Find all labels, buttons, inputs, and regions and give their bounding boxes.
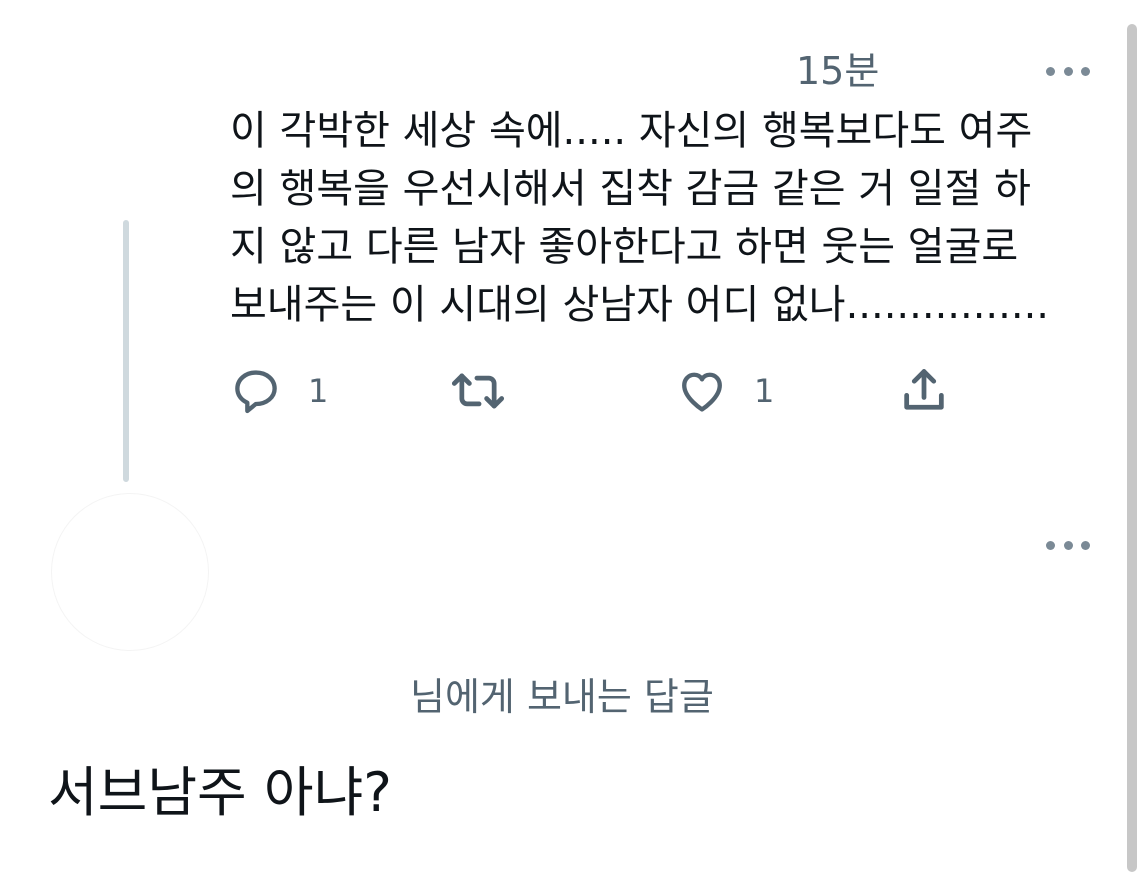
tweet-text-line: 지 않고 다른 남자 좋아한다고 하면 웃는 얼굴로 [230, 224, 1019, 270]
speech-bubble-icon [235, 370, 277, 414]
replying-to-label: 님에게 보내는 답글 [410, 675, 714, 719]
reply-count: 1 [308, 372, 329, 410]
heart-icon [682, 372, 722, 412]
reply-button[interactable]: 1 [230, 362, 328, 420]
reply-compose-input[interactable]: 서브남주 아냐? [48, 758, 392, 828]
more-options-icon[interactable] [1046, 538, 1090, 552]
avatar[interactable] [52, 494, 208, 650]
tweet-action-bar: 1 1 [230, 362, 970, 420]
like-button[interactable]: 1 [676, 362, 774, 420]
retweet-button[interactable] [450, 362, 506, 420]
scrollbar[interactable] [1127, 24, 1137, 872]
more-options-icon[interactable] [1046, 64, 1090, 78]
share-button[interactable] [898, 362, 950, 420]
like-count: 1 [754, 372, 775, 410]
tweet-text: 이 각박한 세상 속에..... 자신의 행복보다도 여주 의 행복을 우선시해… [230, 102, 1100, 334]
share-upload-icon [904, 369, 944, 410]
tweet-text-line: 의 행복을 우선시해서 집착 감금 같은 거 일절 하 [230, 166, 1031, 212]
retweet-icon [451, 373, 505, 409]
tweet-text-line: 이 각박한 세상 속에..... 자신의 행복보다도 여주 [230, 108, 1033, 154]
thread-connector-line [123, 220, 129, 482]
tweet-text-line: 보내주는 이 시대의 상남자 어디 없나................ [230, 282, 1050, 328]
tweet-timestamp[interactable]: 15분 [796, 46, 879, 96]
